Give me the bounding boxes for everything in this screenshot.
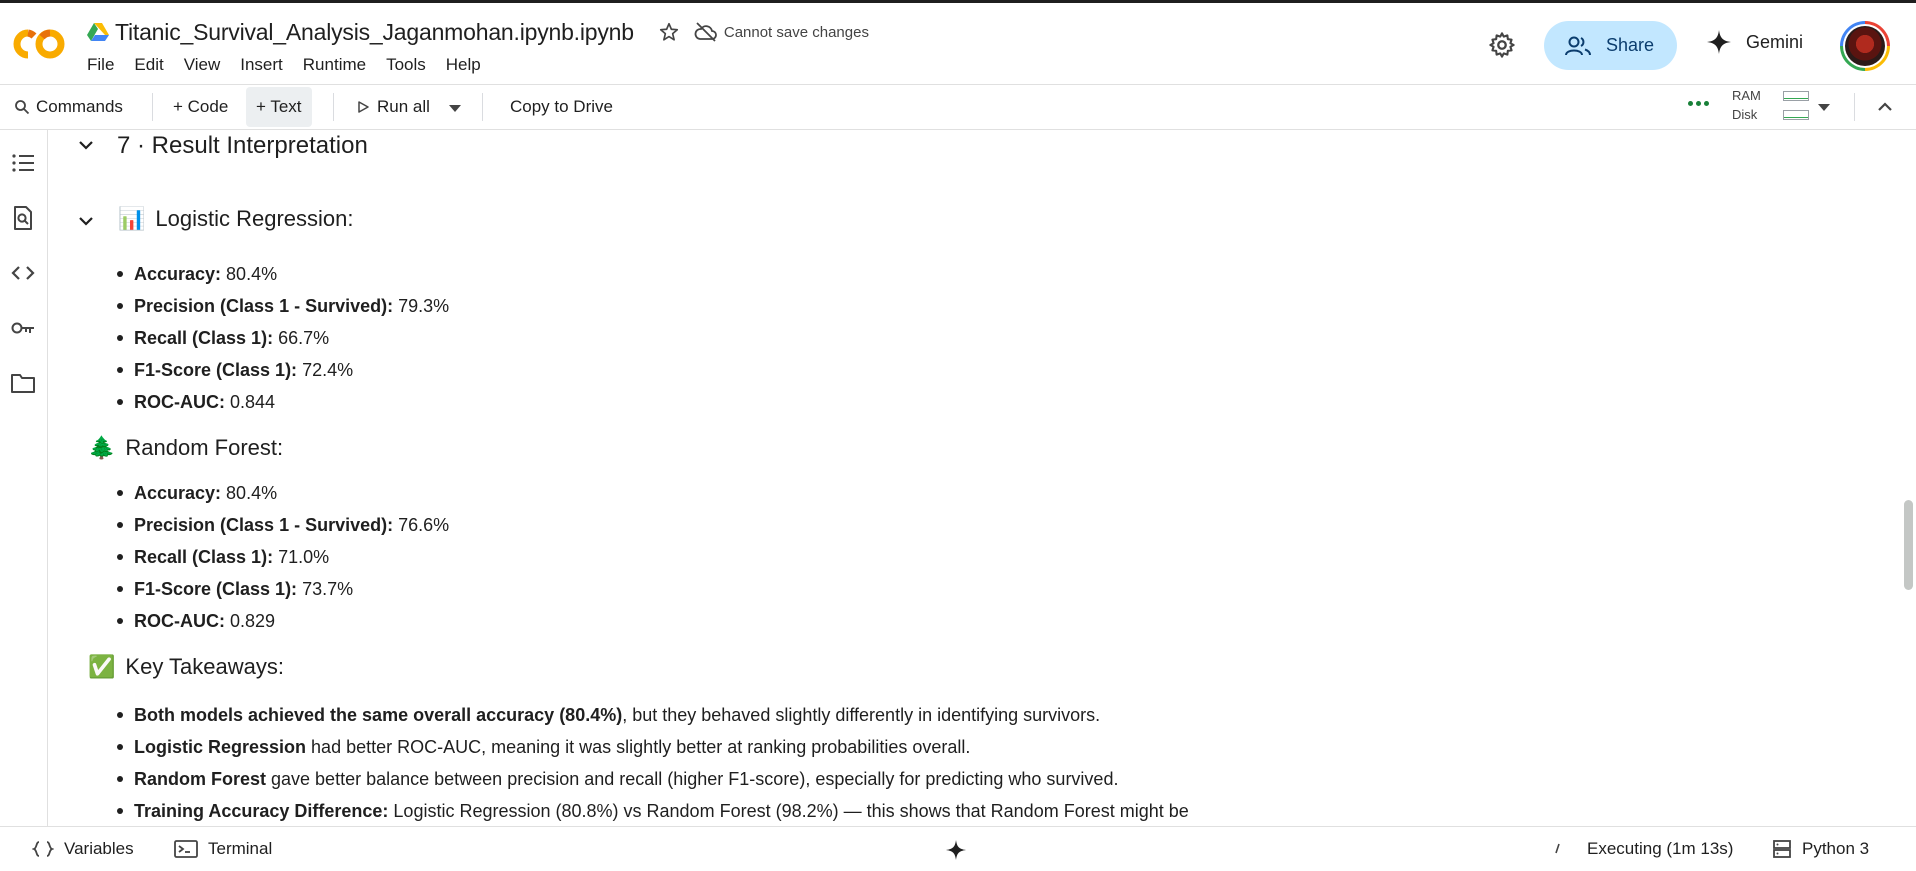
gemini-label: Gemini (1746, 31, 1804, 52)
list-item: Logistic Regression had better ROC-AUC, … (117, 731, 1189, 763)
secrets-key-icon[interactable] (10, 315, 36, 341)
braces-icon (32, 841, 54, 857)
copy-to-drive-button[interactable]: Copy to Drive (510, 85, 613, 129)
collapse-header-icon[interactable] (1874, 97, 1896, 117)
list-item: F1-Score (Class 1): 72.4% (116, 354, 449, 386)
runtime-label: Python 3 (1802, 839, 1870, 858)
execution-status[interactable]: Executing (1m 13s) (1587, 827, 1733, 871)
bar-chart-emoji-icon: 📊 (118, 206, 146, 231)
section-heading: 7 · Result Interpretation (117, 132, 368, 159)
toolbar-divider (482, 93, 483, 121)
list-item: Recall (Class 1): 71.0% (116, 541, 449, 573)
terminal-label: Terminal (208, 839, 273, 858)
disk-label: Disk (1732, 107, 1758, 122)
logistic-regression-heading-text: Logistic Regression: (155, 206, 354, 231)
run-all-label: Run all (377, 97, 430, 116)
notebook-title[interactable]: Titanic_Survival_Analysis_Jaganmohan.ipy… (115, 19, 634, 46)
toolbar-divider (333, 93, 334, 121)
list-item: Accuracy: 80.4% (116, 258, 449, 290)
menu-runtime[interactable]: Runtime (303, 55, 366, 75)
execution-status-text: Executing (1m 13s) (1587, 839, 1734, 858)
check-mark-emoji-icon: ✅ (88, 654, 116, 679)
terminal-button[interactable]: Terminal (174, 827, 272, 871)
random-forest-heading-text: Random Forest: (125, 435, 284, 460)
list-item: Training Accuracy Difference: Logistic R… (117, 795, 1189, 826)
executing-spinner-icon (1555, 843, 1560, 854)
tree-emoji-icon: 🌲 (88, 435, 116, 460)
list-item: Both models achieved the same overall ac… (117, 699, 1189, 731)
key-takeaways-heading-text: Key Takeaways: (125, 654, 284, 679)
status-bar: Variables Terminal Executing (1m 13s) Py… (0, 826, 1916, 870)
settings-gear-icon[interactable] (1488, 31, 1516, 59)
list-item: Precision (Class 1 - Survived): 79.3% (116, 290, 449, 322)
menu-file[interactable]: File (87, 55, 114, 75)
runtime-dropdown-icon[interactable] (1814, 99, 1834, 115)
colab-logo-icon[interactable] (12, 25, 68, 63)
people-icon (1565, 36, 1591, 55)
search-icon (15, 100, 30, 115)
menu-view[interactable]: View (184, 55, 221, 75)
ram-label: RAM (1732, 88, 1761, 103)
share-button[interactable]: Share (1544, 21, 1677, 70)
google-drive-icon[interactable] (87, 22, 109, 42)
toolbar-divider (152, 93, 153, 121)
server-icon (1773, 840, 1791, 858)
list-item: ROC-AUC: 0.829 (116, 605, 449, 637)
list-item: Recall (Class 1): 66.7% (116, 322, 449, 354)
logistic-metrics-list: Accuracy: 80.4% Precision (Class 1 - Sur… (116, 258, 449, 418)
add-text-label: + Text (256, 97, 302, 116)
code-snippets-icon[interactable] (10, 260, 36, 286)
runtime-type-button[interactable]: Python 3 (1772, 827, 1869, 871)
left-sidebar (0, 130, 48, 826)
menu-help[interactable]: Help (446, 55, 481, 75)
logistic-regression-heading: 📊 Logistic Regression: (118, 206, 354, 232)
key-takeaways-heading: ✅ Key Takeaways: (88, 654, 284, 680)
add-text-button[interactable]: + Text (246, 87, 312, 127)
copy-to-drive-label: Copy to Drive (510, 97, 613, 116)
run-all-button[interactable]: Run all (357, 85, 430, 129)
list-item: Random Forest gave better balance betwee… (117, 763, 1189, 795)
commands-label: Commands (36, 97, 123, 116)
list-item: ROC-AUC: 0.844 (116, 386, 449, 418)
run-all-dropdown-icon[interactable] (448, 103, 462, 113)
forest-metrics-list: Accuracy: 80.4% Precision (Class 1 - Sur… (116, 477, 449, 637)
terminal-icon (174, 840, 198, 858)
menu-edit[interactable]: Edit (134, 55, 163, 75)
ram-usage-bar (1783, 91, 1809, 101)
variables-button[interactable]: Variables (32, 827, 134, 871)
app-header: Titanic_Survival_Analysis_Jaganmohan.ipy… (0, 3, 1916, 84)
star-icon[interactable] (658, 21, 680, 43)
notebook-toolbar: Commands + Code + Text Run all Copy to D… (0, 84, 1916, 130)
menu-bar: File Edit View Insert Runtime Tools Help (87, 55, 501, 75)
add-code-label: + Code (173, 97, 229, 116)
files-folder-icon[interactable] (10, 370, 36, 396)
takeaways-list: Both models achieved the same overall ac… (117, 699, 1189, 826)
collapse-subsection-chevron-icon[interactable] (77, 212, 95, 230)
add-code-button[interactable]: + Code (173, 85, 228, 129)
list-item: Precision (Class 1 - Survived): 76.6% (116, 509, 449, 541)
find-icon[interactable] (10, 205, 36, 231)
gemini-sparkle-icon (1707, 30, 1731, 54)
disk-usage-bar (1783, 110, 1809, 120)
list-item: Accuracy: 80.4% (116, 477, 449, 509)
collapse-section-chevron-icon[interactable] (77, 136, 95, 154)
share-label: Share (1606, 35, 1655, 55)
gemini-sparkle-icon[interactable] (945, 839, 967, 861)
gemini-button[interactable]: Gemini (1706, 29, 1803, 55)
list-item: F1-Score (Class 1): 73.7% (116, 573, 449, 605)
user-avatar[interactable] (1840, 21, 1890, 71)
commands-button[interactable]: Commands (14, 85, 123, 129)
toolbar-divider (1854, 93, 1855, 121)
table-of-contents-icon[interactable] (10, 150, 36, 176)
random-forest-heading: 🌲 Random Forest: (88, 435, 283, 461)
menu-tools[interactable]: Tools (386, 55, 426, 75)
variables-label: Variables (64, 839, 134, 858)
menu-insert[interactable]: Insert (240, 55, 283, 75)
vertical-scrollbar[interactable] (1904, 500, 1913, 590)
notebook-content: 7 · Result Interpretation 📊 Logistic Reg… (48, 130, 1900, 826)
connection-status-icon[interactable] (1688, 101, 1709, 106)
play-icon (358, 101, 369, 113)
cloud-off-icon (694, 22, 717, 42)
save-status: Cannot save changes (723, 23, 869, 41)
